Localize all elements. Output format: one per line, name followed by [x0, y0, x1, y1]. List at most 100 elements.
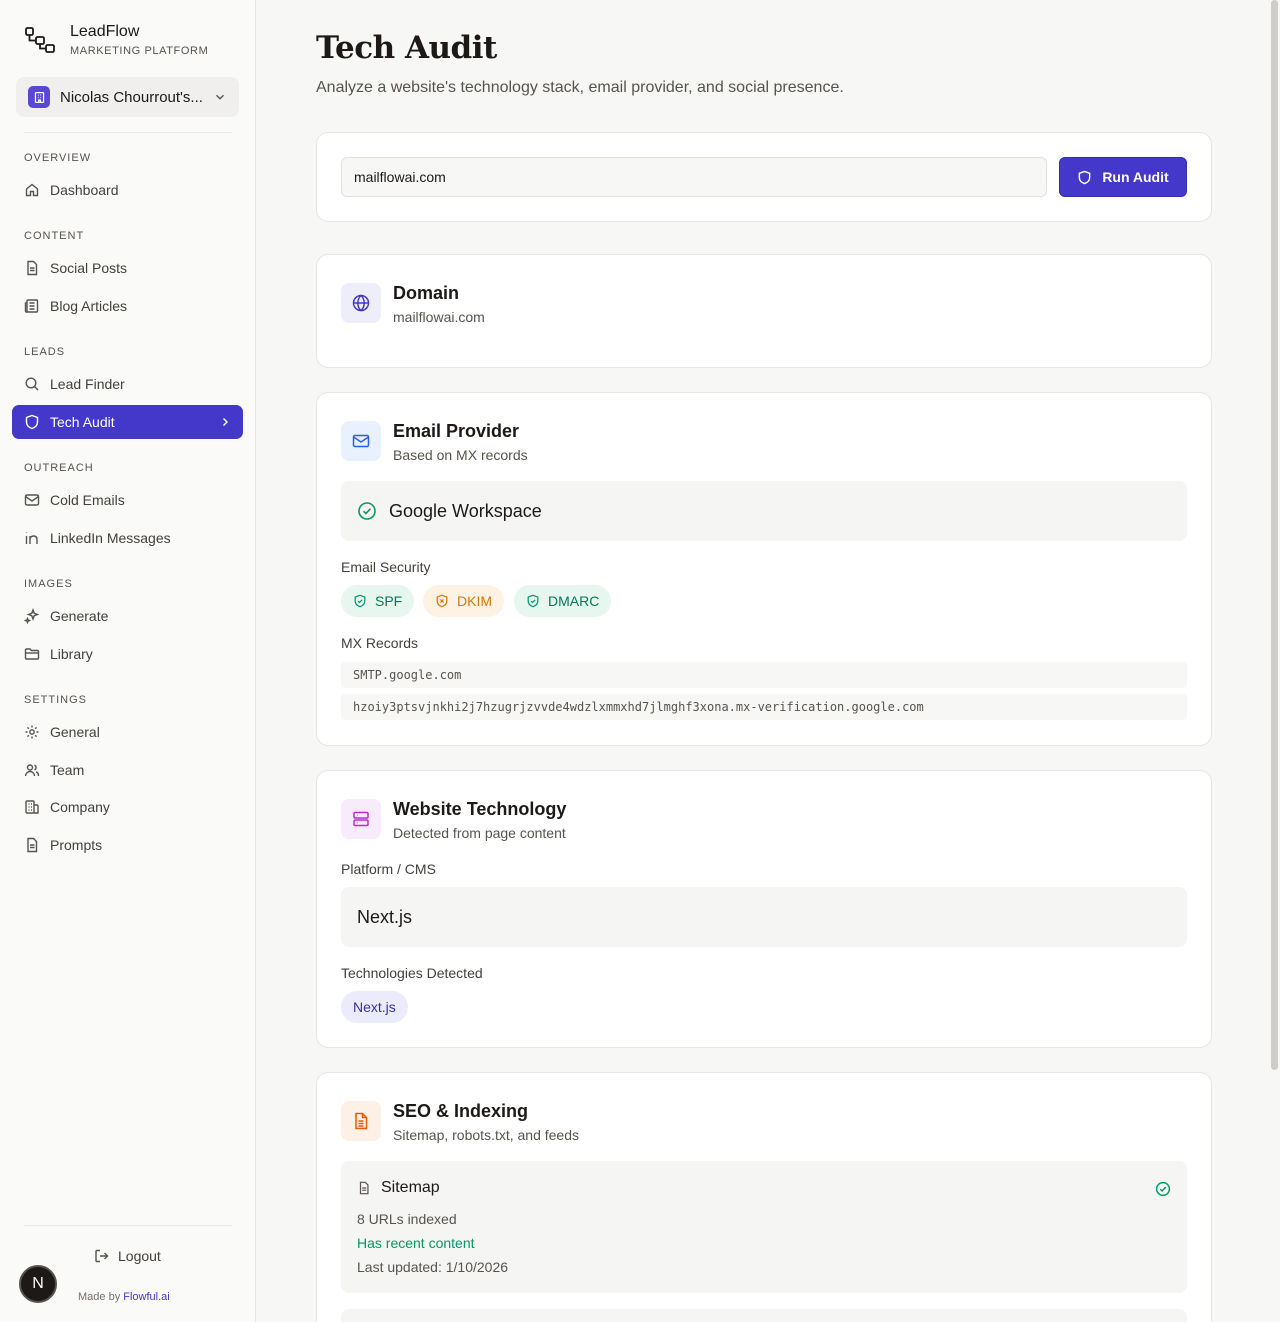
logout-button[interactable]: Logout [94, 1248, 161, 1264]
shield-check-icon [527, 594, 539, 608]
flowful-link[interactable]: Flowful.ai [123, 1291, 169, 1303]
technology-tag: Next.js [341, 991, 408, 1023]
last-updated: Last updated: 1/10/2026 [357, 1259, 509, 1275]
platform-result: Next.js [341, 887, 1187, 947]
sidebar-item-label: Lead Finder [50, 376, 125, 392]
seo-next-panel [341, 1309, 1187, 1322]
badge-label: SPF [375, 593, 403, 609]
seo-card: SEO & Indexing Sitemap, robots.txt, and … [316, 1072, 1212, 1322]
platform-name: Next.js [357, 906, 413, 927]
dmarc-badge: DMARC [514, 585, 612, 617]
newspaper-icon [24, 299, 39, 313]
domain-value: mailflowai.com [393, 309, 485, 325]
email-provider-card: Email Provider Based on MX records Googl… [316, 392, 1212, 746]
scrollbar[interactable] [1271, 0, 1278, 1070]
domain-input[interactable] [341, 157, 1047, 197]
nav-section-images: IMAGES [24, 578, 73, 590]
sidebar-item-label: Tech Audit [50, 414, 115, 430]
sitemap-panel: Sitemap 8 URLs indexed Has recent conten… [341, 1161, 1187, 1293]
mx-records-label: MX Records [341, 635, 419, 651]
seo-subtitle: Sitemap, robots.txt, and feeds [393, 1127, 579, 1143]
made-by-credit: Made by Flowful.ai [78, 1291, 170, 1303]
sidebar-item-label: Team [50, 762, 85, 778]
sidebar-item-label: General [50, 724, 100, 740]
sidebar-item-label: Dashboard [50, 182, 119, 198]
home-icon [25, 183, 39, 197]
badge-label: DKIM [457, 593, 492, 609]
email-security-label: Email Security [341, 559, 431, 575]
linkedin-icon [25, 532, 38, 544]
platform-label: Platform / CMS [341, 861, 436, 877]
sidebar-item-lead-finder[interactable]: Lead Finder [12, 367, 243, 401]
avatar[interactable]: N [19, 1265, 57, 1303]
shield-x-icon [436, 594, 448, 608]
workflow-logo-icon [25, 27, 55, 53]
sidebar-item-label: Library [50, 646, 93, 662]
sidebar-item-cold-emails[interactable]: Cold Emails [12, 483, 243, 517]
gear-icon [25, 725, 39, 739]
sidebar-item-label: Generate [50, 608, 109, 624]
folder-icon [24, 648, 40, 660]
domain-title: Domain [393, 283, 460, 303]
sidebar-item-prompts[interactable]: Prompts [12, 828, 243, 862]
nav-section-settings: SETTINGS [24, 694, 88, 706]
divider [24, 1225, 232, 1226]
recent-content-status: Has recent content [357, 1235, 475, 1251]
sidebar-item-company[interactable]: Company [12, 790, 243, 824]
check-circle-icon [1155, 1181, 1171, 1197]
shield-icon [1078, 170, 1091, 184]
sidebar-item-general[interactable]: General [12, 715, 243, 749]
server-icon [341, 799, 381, 839]
file-text-icon [341, 1101, 381, 1141]
technology-tag-label: Next.js [353, 999, 396, 1015]
mx-record: hzoiy3ptsvjnkhi2j7hzugrjzvvde4wdzlxmmxhd… [341, 694, 1187, 720]
brand-subtitle: MARKETING PLATFORM [70, 45, 209, 57]
document-icon [27, 260, 38, 276]
users-icon [24, 764, 40, 777]
website-technology-subtitle: Detected from page content [393, 825, 566, 841]
document-icon [359, 1181, 369, 1195]
email-provider-title: Email Provider [393, 421, 520, 441]
document-icon [27, 837, 38, 853]
logout-label: Logout [118, 1248, 161, 1264]
sidebar-item-team[interactable]: Team [12, 753, 243, 787]
provider-name: Google Workspace [389, 500, 542, 521]
sidebar-item-generate[interactable]: Generate [12, 599, 243, 633]
website-technology-title: Website Technology [393, 799, 567, 819]
workspace-switcher[interactable]: Nicolas Chourrout's... [16, 77, 239, 117]
mx-record: SMTP.google.com [341, 662, 1187, 688]
nav-section-leads: LEADS [24, 346, 66, 358]
sidebar-item-blog-articles[interactable]: Blog Articles [12, 289, 243, 323]
mail-icon [341, 421, 381, 461]
brand[interactable]: LeadFlow MARKETING PLATFORM [24, 22, 208, 57]
website-technology-card: Website Technology Detected from page co… [316, 770, 1212, 1048]
nav-section-content: CONTENT [24, 230, 85, 242]
domain-card: Domain mailflowai.com [316, 254, 1212, 368]
run-audit-label: Run Audit [1102, 169, 1169, 185]
audit-form-card: Run Audit [316, 132, 1212, 222]
sidebar-item-linkedin-messages[interactable]: LinkedIn Messages [12, 521, 243, 555]
workspace-name: Nicolas Chourrout's... [60, 88, 203, 106]
shield-icon [25, 414, 39, 430]
chevron-right-icon [223, 418, 228, 426]
sidebar-item-library[interactable]: Library [12, 637, 243, 671]
sidebar-item-label: Prompts [50, 837, 103, 853]
building-icon [25, 800, 39, 814]
chevron-down-icon [216, 94, 224, 100]
run-audit-button[interactable]: Run Audit [1059, 157, 1187, 197]
sidebar-item-label: Blog Articles [50, 298, 128, 314]
search-icon [25, 377, 39, 391]
mail-icon [24, 494, 40, 506]
sitemap-title: Sitemap [381, 1179, 440, 1196]
sidebar-item-label: Cold Emails [50, 492, 125, 508]
seo-title: SEO & Indexing [393, 1101, 529, 1121]
nav-section-outreach: OUTREACH [24, 462, 94, 474]
sidebar-item-tech-audit[interactable]: Tech Audit [12, 405, 243, 439]
provider-result: Google Workspace [341, 481, 1187, 541]
page-title: Tech Audit [316, 30, 497, 66]
sidebar-item-dashboard[interactable]: Dashboard [12, 173, 243, 207]
urls-indexed: 8 URLs indexed [357, 1211, 457, 1227]
technologies-label: Technologies Detected [341, 965, 483, 981]
sidebar: LeadFlow MARKETING PLATFORM Nicolas Chou… [0, 0, 256, 1322]
sidebar-item-social-posts[interactable]: Social Posts [12, 251, 243, 285]
